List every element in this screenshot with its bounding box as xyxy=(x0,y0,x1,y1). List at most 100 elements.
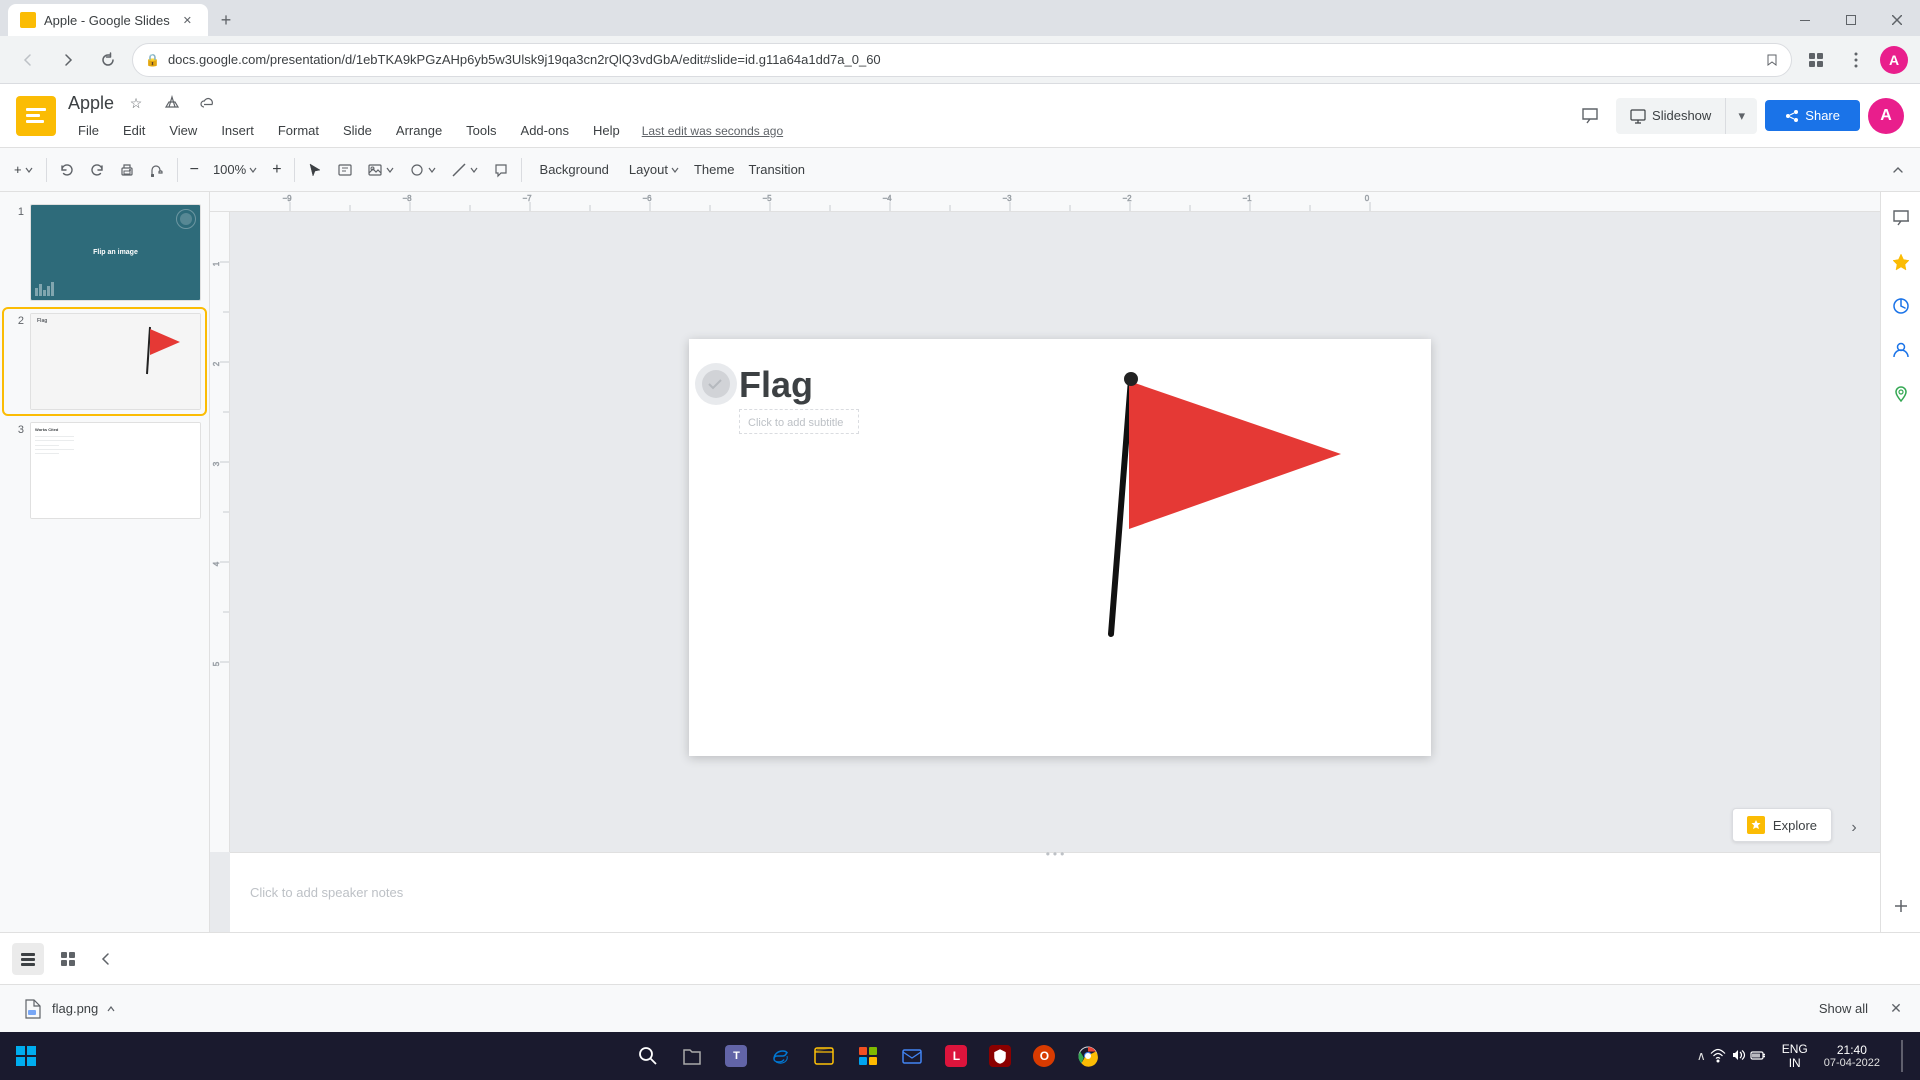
battery-icon[interactable] xyxy=(1750,1047,1766,1066)
move-to-drive-button[interactable] xyxy=(158,89,186,117)
redo-button[interactable] xyxy=(83,154,111,186)
present-dropdown-button[interactable]: ▾ xyxy=(1725,98,1757,134)
forward-button[interactable] xyxy=(52,44,84,76)
explorer-taskbar-icon xyxy=(813,1045,835,1067)
zoom-level-display[interactable]: 100% xyxy=(207,154,264,186)
taskbar-edge[interactable] xyxy=(760,1036,800,1076)
menu-edit[interactable]: Edit xyxy=(113,119,155,142)
slide-thumb-3[interactable]: 3 Works Cited ————————————— ————————————… xyxy=(4,418,205,523)
bookmark-icon[interactable] xyxy=(1765,53,1779,67)
slide-1-title-text: Flip an image xyxy=(93,249,138,256)
taskbar-files[interactable] xyxy=(672,1036,712,1076)
more-button[interactable] xyxy=(1840,44,1872,76)
slide-title-area[interactable]: Flag Click to add subtitle xyxy=(739,367,859,434)
sidebar-map-icon[interactable] xyxy=(1883,376,1919,412)
flag-canvas-element[interactable] xyxy=(1041,369,1351,642)
taskbar-teams[interactable]: T xyxy=(716,1036,756,1076)
list-view-button[interactable] xyxy=(12,943,44,975)
expand-panel-button[interactable]: › xyxy=(1840,814,1868,842)
zoom-in-button[interactable]: + xyxy=(266,154,287,186)
line-button[interactable] xyxy=(445,154,485,186)
file-item[interactable]: flag.png xyxy=(12,993,124,1025)
network-icon[interactable] xyxy=(1710,1047,1726,1066)
new-tab-button[interactable]: + xyxy=(212,6,240,34)
show-all-button[interactable]: Show all xyxy=(1811,997,1876,1020)
text-box-button[interactable] xyxy=(331,154,359,186)
comment-toolbar-button[interactable] xyxy=(487,154,515,186)
minimize-button[interactable] xyxy=(1782,4,1828,36)
collapse-toolbar-button[interactable] xyxy=(1884,154,1912,186)
browser-tab-active[interactable]: Apple - Google Slides ✕ xyxy=(8,4,208,36)
grid-view-button[interactable] xyxy=(52,943,84,975)
menu-format[interactable]: Format xyxy=(268,119,329,142)
taskbar-office[interactable]: O xyxy=(1024,1036,1064,1076)
speaker-notes-area[interactable]: • • • Click to add speaker notes xyxy=(230,852,1880,932)
background-button[interactable]: Background xyxy=(528,154,621,186)
menu-help[interactable]: Help xyxy=(583,119,630,142)
taskbar-mail[interactable] xyxy=(892,1036,932,1076)
taskbar-explorer[interactable] xyxy=(804,1036,844,1076)
file-chevron-up-icon[interactable] xyxy=(106,1004,116,1014)
chrome-profile-avatar[interactable]: A xyxy=(1880,46,1908,74)
taskbar-store[interactable] xyxy=(848,1036,888,1076)
tab-close-btn[interactable]: ✕ xyxy=(179,12,196,29)
collapse-panel-button[interactable] xyxy=(92,945,120,973)
notes-drag-handle[interactable]: • • • xyxy=(1046,847,1065,861)
show-desktop-button[interactable] xyxy=(1888,1034,1916,1078)
select-tool-button[interactable] xyxy=(301,154,329,186)
image-button[interactable] xyxy=(361,154,401,186)
close-button[interactable] xyxy=(1874,4,1920,36)
extensions-button[interactable] xyxy=(1800,44,1832,76)
menu-view[interactable]: View xyxy=(159,119,207,142)
slide-subtitle-area[interactable]: Click to add subtitle xyxy=(739,409,859,434)
windows-logo-icon xyxy=(14,1044,38,1068)
svg-text:5: 5 xyxy=(212,661,221,666)
share-button[interactable]: Share xyxy=(1765,100,1860,131)
sidebar-star-icon[interactable] xyxy=(1883,244,1919,280)
cloud-save-button[interactable] xyxy=(194,89,222,117)
file-bar-close-button[interactable]: ✕ xyxy=(1884,997,1908,1021)
sidebar-expand-icon[interactable] xyxy=(1883,888,1919,924)
user-avatar[interactable]: A xyxy=(1868,98,1904,134)
slide-title-text[interactable]: Flag xyxy=(739,367,859,403)
start-button[interactable] xyxy=(4,1034,48,1078)
refresh-button[interactable] xyxy=(92,44,124,76)
menu-addons[interactable]: Add-ons xyxy=(511,119,579,142)
sidebar-people-icon[interactable] xyxy=(1883,332,1919,368)
menu-slide[interactable]: Slide xyxy=(333,119,382,142)
sys-tray-expand[interactable]: ∧ xyxy=(1697,1049,1706,1063)
zoom-out-button[interactable]: − xyxy=(184,154,205,186)
shape-button[interactable] xyxy=(403,154,443,186)
menu-insert[interactable]: Insert xyxy=(211,119,264,142)
maximize-button[interactable] xyxy=(1828,4,1874,36)
taskbar-chrome[interactable] xyxy=(1068,1036,1108,1076)
taskbar-security[interactable] xyxy=(980,1036,1020,1076)
explore-button[interactable]: Explore xyxy=(1732,808,1832,842)
address-bar[interactable]: 🔒 docs.google.com/presentation/d/1ebTKA9… xyxy=(132,43,1792,77)
menu-tools[interactable]: Tools xyxy=(456,119,506,142)
transition-button[interactable]: Transition xyxy=(742,154,811,186)
star-button[interactable]: ☆ xyxy=(122,89,150,117)
canvas-scroll[interactable]: Flag Click to add subtitle xyxy=(210,212,1880,852)
present-button[interactable]: Slideshow xyxy=(1616,100,1725,132)
paint-format-button[interactable] xyxy=(143,154,171,186)
slide-thumb-2[interactable]: 2 Flag xyxy=(4,309,205,414)
last-edit-text[interactable]: Last edit was seconds ago xyxy=(642,124,783,138)
print-button[interactable] xyxy=(113,154,141,186)
taskbar-lens[interactable]: L xyxy=(936,1036,976,1076)
system-clock[interactable]: ENGIN xyxy=(1774,1042,1816,1070)
undo-button[interactable] xyxy=(53,154,81,186)
theme-button[interactable]: Theme xyxy=(688,154,740,186)
insert-button[interactable]: + xyxy=(8,154,40,186)
back-button[interactable] xyxy=(12,44,44,76)
menu-file[interactable]: File xyxy=(68,119,109,142)
time-display[interactable]: 21:40 07-04-2022 xyxy=(1816,1043,1888,1069)
menu-arrange[interactable]: Arrange xyxy=(386,119,452,142)
sidebar-chat-icon[interactable] xyxy=(1883,200,1919,236)
volume-icon[interactable] xyxy=(1730,1047,1746,1066)
comment-button[interactable] xyxy=(1572,98,1608,134)
sidebar-calendar-icon[interactable] xyxy=(1883,288,1919,324)
layout-button[interactable]: Layout xyxy=(623,154,686,186)
slide-thumb-1[interactable]: 1 xyxy=(4,200,205,305)
taskbar-search[interactable] xyxy=(628,1036,668,1076)
